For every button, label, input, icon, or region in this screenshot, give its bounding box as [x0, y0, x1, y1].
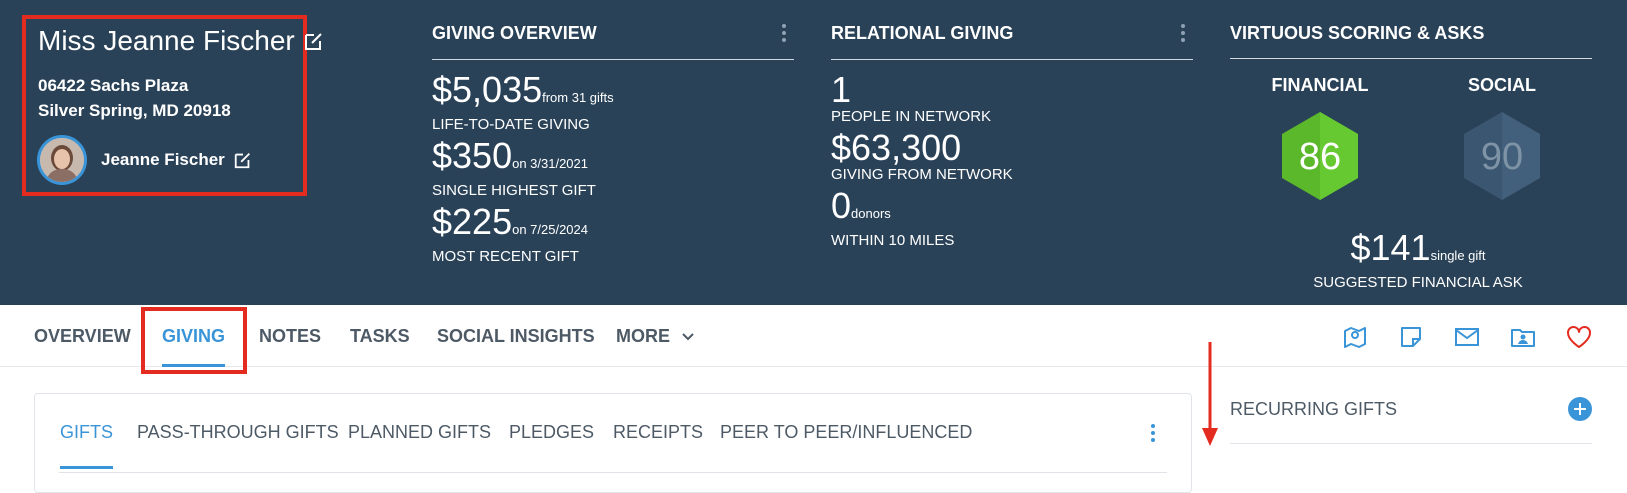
tab-more-label: MORE: [616, 326, 670, 346]
subtab-peer-to-peer[interactable]: PEER TO PEER/INFLUENCED: [720, 394, 972, 471]
ask-label: SUGGESTED FINANCIAL ASK: [1313, 274, 1523, 291]
edit-icon[interactable]: [233, 150, 253, 170]
divider: [1230, 58, 1592, 59]
recurring-gifts-panel: RECURRING GIFTS: [1230, 393, 1592, 444]
ask-note: single gift: [1430, 248, 1486, 263]
subtab-receipts[interactable]: RECEIPTS: [613, 394, 703, 471]
chevron-down-icon: [682, 333, 694, 341]
nearby-donors-stat: 0donors WITHIN 10 MILES: [831, 188, 1193, 250]
divider: [1230, 443, 1592, 444]
divider: [831, 59, 1193, 60]
contact-folder-icon[interactable]: [1509, 323, 1537, 351]
subtab-gifts[interactable]: GIFTS: [60, 394, 113, 471]
highest-gift-value: $350: [432, 135, 513, 176]
contact-person-row: Jeanne Fischer: [37, 135, 253, 185]
giving-overview-panel: GIVING OVERVIEW $5,035from 31 gifts LIFE…: [432, 18, 794, 266]
map-pin-icon[interactable]: [1341, 323, 1369, 351]
lifetime-giving-stat: $5,035from 31 gifts LIFE-TO-DATE GIVING: [432, 72, 794, 134]
financial-label: FINANCIAL: [1271, 75, 1369, 95]
network-value: 1: [831, 69, 852, 110]
mail-icon[interactable]: [1453, 323, 1481, 351]
financial-score: FINANCIAL 86: [1270, 70, 1370, 200]
constituent-header: Miss Jeanne Fischer 06422 Sachs Plaza Si…: [0, 0, 1627, 305]
add-icon[interactable]: [1568, 397, 1592, 421]
nearby-donors-note: donors: [851, 206, 891, 221]
lifetime-giving-value: $5,035: [432, 69, 543, 110]
giving-subtabs: GIFTS PASS-THROUGH GIFTS PLANNED GIFTS P…: [35, 394, 1191, 471]
edit-icon[interactable]: [303, 30, 325, 52]
contact-card: Miss Jeanne Fischer 06422 Sachs Plaza Si…: [22, 15, 322, 196]
highest-gift-stat: $350on 3/31/2021 SINGLE HIGHEST GIFT: [432, 138, 794, 200]
contact-name: Miss Jeanne Fischer: [38, 25, 295, 56]
subtab-planned-gifts[interactable]: PLANNED GIFTS: [348, 394, 491, 471]
highest-gift-label: SINGLE HIGHEST GIFT: [432, 182, 596, 199]
contact-address: 06422 Sachs Plaza Silver Spring, MD 2091…: [38, 73, 231, 123]
suggested-ask: $141single gift SUGGESTED FINANCIAL ASK: [1298, 230, 1538, 292]
divider: [432, 59, 794, 60]
giving-card: GIFTS PASS-THROUGH GIFTS PLANNED GIFTS P…: [34, 393, 1192, 493]
contact-name-row: Miss Jeanne Fischer: [38, 25, 325, 57]
more-options-icon[interactable]: [1181, 24, 1185, 45]
heart-icon[interactable]: [1565, 323, 1593, 351]
more-options-icon[interactable]: [782, 24, 786, 45]
ask-value: $141: [1350, 227, 1431, 268]
avatar[interactable]: [37, 135, 87, 185]
address-line-1: 06422 Sachs Plaza: [38, 76, 189, 95]
network-label: PEOPLE IN NETWORK: [831, 108, 992, 125]
lifetime-giving-note: from 31 gifts: [542, 90, 614, 105]
financial-score-value: 86: [1298, 136, 1342, 178]
nearby-donors-value: 0: [831, 185, 852, 226]
social-score-value: 90: [1480, 136, 1524, 178]
arrow-down-icon: [1202, 342, 1218, 446]
tab-tasks[interactable]: TASKS: [350, 305, 410, 367]
relational-giving-panel: RELATIONAL GIVING 1 PEOPLE IN NETWORK $6…: [831, 18, 1193, 250]
person-name[interactable]: Jeanne Fischer: [101, 150, 225, 170]
sticky-note-icon[interactable]: [1397, 323, 1425, 351]
lifetime-giving-label: LIFE-TO-DATE GIVING: [432, 116, 590, 133]
divider: [59, 472, 1167, 473]
recent-gift-label: MOST RECENT GIFT: [432, 248, 579, 265]
highlight-box: [141, 307, 247, 374]
relational-giving-title: RELATIONAL GIVING: [831, 23, 1014, 43]
recent-gift-stat: $225on 7/25/2024 MOST RECENT GIFT: [432, 204, 794, 266]
subtab-pass-through-gifts[interactable]: PASS-THROUGH GIFTS: [137, 394, 339, 471]
person-name-row: Jeanne Fischer: [101, 150, 253, 170]
tab-notes[interactable]: NOTES: [259, 305, 321, 367]
virtuous-scoring-panel: VIRTUOUS SCORING & ASKS FINANCIAL 86 SOC…: [1230, 18, 1592, 291]
tab-more[interactable]: MORE: [616, 305, 695, 367]
giving-from-network-stat: $63,300 GIVING FROM NETWORK: [831, 130, 1193, 184]
tab-overview[interactable]: OVERVIEW: [34, 305, 131, 367]
scoring-title: VIRTUOUS SCORING & ASKS: [1230, 23, 1485, 43]
social-score: SOCIAL 90: [1452, 70, 1552, 200]
giving-overview-title: GIVING OVERVIEW: [432, 23, 597, 43]
giving-from-network-label: GIVING FROM NETWORK: [831, 166, 1013, 183]
nearby-donors-label: WITHIN 10 MILES: [831, 232, 955, 249]
recent-gift-note: on 7/25/2024: [512, 222, 588, 237]
recurring-gifts-title: RECURRING GIFTS: [1230, 399, 1398, 419]
address-line-2: Silver Spring, MD 20918: [38, 101, 231, 120]
tab-social-insights[interactable]: SOCIAL INSIGHTS: [437, 305, 595, 367]
more-options-icon[interactable]: [1151, 424, 1155, 445]
highest-gift-note: on 3/31/2021: [512, 156, 588, 171]
subtab-pledges[interactable]: PLEDGES: [509, 394, 594, 471]
giving-from-network-value: $63,300: [831, 127, 962, 168]
financial-score-badge[interactable]: 86: [1278, 108, 1362, 204]
profile-tabs: OVERVIEW GIVING NOTES TASKS SOCIAL INSIG…: [0, 305, 1627, 374]
network-stat: 1 PEOPLE IN NETWORK: [831, 72, 1193, 126]
social-score-badge[interactable]: 90: [1460, 108, 1544, 204]
recent-gift-value: $225: [432, 201, 513, 242]
social-label: SOCIAL: [1467, 75, 1536, 95]
